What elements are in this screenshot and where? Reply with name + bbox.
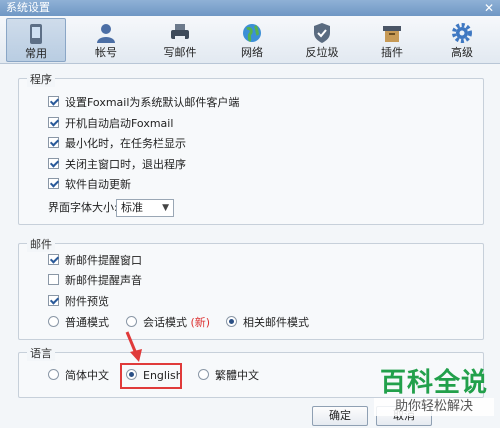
tab-label: 反垃圾	[305, 46, 339, 59]
lang-simplified-chinese[interactable]: 简体中文	[48, 368, 109, 384]
mode-conversation[interactable]: 会话模式 (新)	[126, 315, 210, 331]
tab-label: 帐号	[95, 46, 117, 59]
window-title: 系统设置	[6, 1, 50, 14]
option-new-mail-sound[interactable]: 新邮件提醒声音	[48, 273, 142, 289]
program-legend: 程序	[27, 71, 55, 87]
checkbox[interactable]	[48, 158, 59, 169]
mode-related[interactable]: 相关邮件模式	[226, 315, 309, 331]
option-close-exit[interactable]: 关闭主窗口时，退出程序	[48, 157, 186, 173]
option-new-mail-window[interactable]: 新邮件提醒窗口	[48, 253, 142, 269]
tab-label: 写邮件	[163, 46, 197, 59]
radio[interactable]	[226, 316, 237, 327]
checkbox[interactable]	[48, 274, 59, 285]
option-autostart[interactable]: 开机自动启动Foxmail	[48, 116, 173, 132]
tab-label: 常用	[25, 47, 47, 60]
tab-account[interactable]: 帐号	[76, 18, 136, 62]
radio[interactable]	[48, 316, 59, 327]
mode-normal[interactable]: 普通模式	[48, 315, 109, 331]
gear-icon	[452, 23, 472, 43]
tab-network[interactable]: 网络	[222, 18, 282, 62]
watermark-brand: 百科全说	[379, 368, 488, 398]
chevron-down-icon: ▼	[162, 203, 169, 213]
settings-toolbar: 常用 帐号 写邮件 网络 反垃圾 插件 高级	[0, 16, 500, 64]
watermark-logo: 百科全说 助你轻松解决	[374, 368, 494, 424]
checkbox[interactable]	[48, 117, 59, 128]
font-size-label: 界面字体大小:	[48, 201, 118, 214]
option-minimize-taskbar[interactable]: 最小化时，在任务栏显示	[48, 136, 186, 152]
phone-icon	[30, 24, 42, 44]
checkbox[interactable]	[48, 178, 59, 189]
new-badge: (新)	[190, 316, 211, 329]
printer-icon	[171, 24, 189, 42]
close-icon[interactable]: ✕	[484, 0, 494, 16]
font-size-select[interactable]: 标准 ▼	[116, 199, 174, 217]
option-auto-update[interactable]: 软件自动更新	[48, 177, 131, 193]
option-default-client[interactable]: 设置Foxmail为系统默认邮件客户端	[48, 95, 239, 111]
box-icon	[383, 26, 401, 42]
mail-legend: 邮件	[27, 236, 55, 252]
option-attachment-preview[interactable]: 附件预览	[48, 294, 109, 310]
annotation-highlight-box	[120, 363, 182, 389]
checkbox[interactable]	[48, 137, 59, 148]
user-icon	[97, 24, 115, 43]
lang-traditional-chinese[interactable]: 繁體中文	[198, 368, 259, 384]
checkbox[interactable]	[48, 96, 59, 107]
tab-antispam[interactable]: 反垃圾	[292, 18, 352, 62]
tab-general[interactable]: 常用	[6, 18, 66, 62]
font-size-value: 标准	[121, 201, 143, 214]
tab-label: 高级	[451, 46, 473, 59]
radio[interactable]	[198, 369, 209, 380]
watermark-slogan: 助你轻松解决	[374, 398, 494, 416]
checkbox[interactable]	[48, 254, 59, 265]
tab-plugins[interactable]: 插件	[362, 18, 422, 62]
shield-icon	[314, 23, 330, 43]
radio[interactable]	[48, 369, 59, 380]
annotation-arrow-icon	[125, 331, 142, 362]
checkbox[interactable]	[48, 295, 59, 306]
tab-compose[interactable]: 写邮件	[150, 18, 210, 62]
tab-advanced[interactable]: 高级	[432, 18, 492, 62]
radio[interactable]	[126, 316, 137, 327]
title-bar: 系统设置 ✕	[0, 0, 500, 16]
globe-icon	[243, 24, 261, 43]
tab-label: 插件	[381, 46, 403, 59]
language-legend: 语言	[27, 345, 55, 361]
tab-label: 网络	[241, 46, 263, 59]
ok-button[interactable]: 确定	[312, 406, 368, 426]
